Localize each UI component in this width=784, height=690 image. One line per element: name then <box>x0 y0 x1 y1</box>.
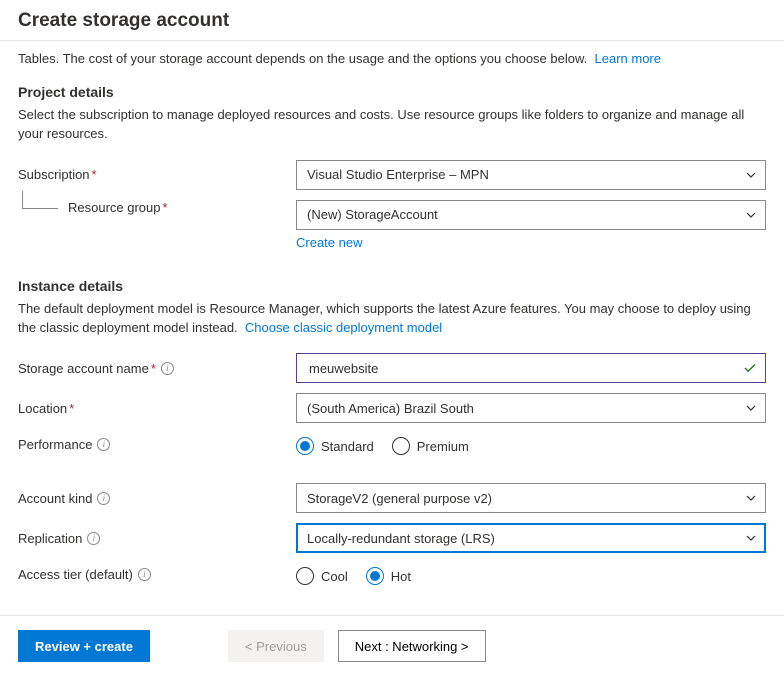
resource-group-value: (New) StorageAccount <box>307 207 438 222</box>
replication-row: Replication i Locally-redundant storage … <box>18 523 766 553</box>
info-icon[interactable]: i <box>87 532 100 545</box>
location-label: Location* <box>18 401 296 416</box>
instance-details-heading: Instance details <box>18 278 766 294</box>
storage-name-label: Storage account name* i <box>18 361 296 376</box>
intro-text: Tables. The cost of your storage account… <box>18 51 587 66</box>
info-icon[interactable]: i <box>97 492 110 505</box>
performance-standard-radio[interactable]: Standard <box>296 437 374 455</box>
account-kind-select[interactable]: StorageV2 (general purpose v2) <box>296 483 766 513</box>
resource-group-label-col: Resource group* <box>18 200 296 215</box>
chevron-down-icon <box>745 169 757 181</box>
performance-radio-group: Standard Premium <box>296 433 766 455</box>
info-icon[interactable]: i <box>97 438 110 451</box>
storage-name-input[interactable] <box>307 360 743 377</box>
required-icon: * <box>151 361 156 376</box>
resource-group-label: Resource group <box>68 200 161 215</box>
performance-row: Performance i Standard Premium <box>18 433 766 455</box>
location-value: (South America) Brazil South <box>307 401 474 416</box>
chevron-down-icon <box>745 532 757 544</box>
access-tier-radio-group: Cool Hot <box>296 563 766 585</box>
resource-group-select[interactable]: (New) StorageAccount <box>296 200 766 230</box>
check-icon <box>743 361 757 375</box>
project-details-heading: Project details <box>18 84 766 100</box>
radio-selected-icon <box>296 437 314 455</box>
create-new-link[interactable]: Create new <box>296 235 362 250</box>
info-icon[interactable]: i <box>138 568 151 581</box>
previous-button: < Previous <box>228 630 324 662</box>
access-tier-label: Access tier (default) i <box>18 567 296 582</box>
next-button[interactable]: Next : Networking > <box>338 630 486 662</box>
page-header: Create storage account <box>0 0 784 41</box>
resource-group-row: Resource group* (New) StorageAccount Cre… <box>18 200 766 250</box>
replication-label: Replication i <box>18 531 296 546</box>
info-icon[interactable]: i <box>161 362 174 375</box>
account-kind-value: StorageV2 (general purpose v2) <box>307 491 492 506</box>
review-create-button[interactable]: Review + create <box>18 630 150 662</box>
page-title: Create storage account <box>18 10 766 32</box>
location-row: Location* (South America) Brazil South <box>18 393 766 423</box>
account-kind-row: Account kind i StorageV2 (general purpos… <box>18 483 766 513</box>
required-icon: * <box>163 200 168 215</box>
intro-text-row: Tables. The cost of your storage account… <box>18 51 766 66</box>
storage-name-row: Storage account name* i <box>18 353 766 383</box>
subscription-label: Subscription* <box>18 167 296 182</box>
subscription-row: Subscription* Visual Studio Enterprise –… <box>18 160 766 190</box>
form-content: Tables. The cost of your storage account… <box>0 41 784 615</box>
chevron-down-icon <box>745 402 757 414</box>
tier-cool-radio[interactable]: Cool <box>296 567 348 585</box>
tree-connector-icon <box>22 191 58 209</box>
footer-bar: Review + create < Previous Next : Networ… <box>0 615 784 682</box>
chevron-down-icon <box>745 209 757 221</box>
subscription-select[interactable]: Visual Studio Enterprise – MPN <box>296 160 766 190</box>
learn-more-link[interactable]: Learn more <box>595 51 661 66</box>
radio-selected-icon <box>366 567 384 585</box>
account-kind-label: Account kind i <box>18 491 296 506</box>
project-details-desc: Select the subscription to manage deploy… <box>18 106 766 144</box>
replication-value: Locally-redundant storage (LRS) <box>307 531 495 546</box>
classic-deployment-link[interactable]: Choose classic deployment model <box>245 320 442 335</box>
radio-unselected-icon <box>296 567 314 585</box>
replication-select[interactable]: Locally-redundant storage (LRS) <box>296 523 766 553</box>
chevron-down-icon <box>745 492 757 504</box>
performance-premium-radio[interactable]: Premium <box>392 437 469 455</box>
instance-details-desc: The default deployment model is Resource… <box>18 300 766 338</box>
radio-unselected-icon <box>392 437 410 455</box>
location-select[interactable]: (South America) Brazil South <box>296 393 766 423</box>
subscription-value: Visual Studio Enterprise – MPN <box>307 167 489 182</box>
storage-name-input-wrap <box>296 353 766 383</box>
required-icon: * <box>69 401 74 416</box>
access-tier-row: Access tier (default) i Cool Hot <box>18 563 766 585</box>
tier-hot-radio[interactable]: Hot <box>366 567 411 585</box>
performance-label: Performance i <box>18 437 296 452</box>
required-icon: * <box>92 167 97 182</box>
